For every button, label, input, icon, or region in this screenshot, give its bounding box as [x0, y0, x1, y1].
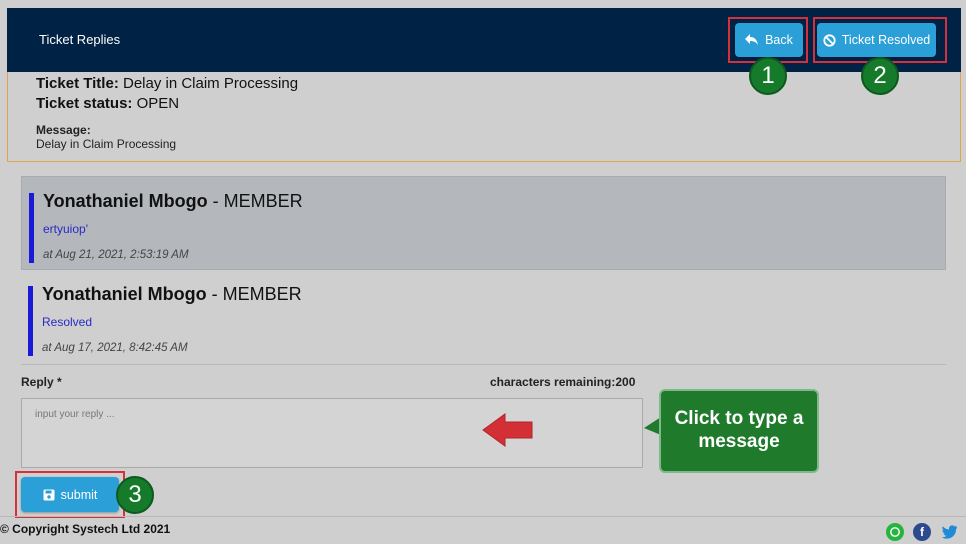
twitter-icon[interactable] [940, 523, 958, 541]
reply-input[interactable]: input your reply ... [21, 398, 643, 468]
reply-input-placeholder: input your reply ... [35, 409, 115, 420]
ticket-title-value: Delay in Claim Processing [122, 75, 299, 92]
facebook-icon[interactable]: f [913, 523, 931, 541]
reply-date: at Aug 21, 2021, 2:53:19 AM [43, 249, 189, 261]
whatsapp-icon[interactable] [886, 523, 904, 541]
reply-author-name: Yonathaniel Mbogo [43, 191, 208, 211]
save-icon [43, 489, 55, 500]
reply-arrow-icon [745, 34, 759, 45]
ticket-resolved-button[interactable]: Ticket Resolved [817, 23, 936, 57]
reply-accent-bar [29, 193, 34, 263]
footer-divider [0, 516, 966, 517]
reply-author-role: - MEMBER [212, 191, 303, 211]
reply-date: at Aug 17, 2021, 8:42:45 AM [42, 342, 188, 354]
page-title: Ticket Replies [39, 32, 121, 47]
divider [21, 364, 946, 365]
reply-text: Resolved [42, 315, 93, 329]
reply-item: Yonathaniel Mbogo - MEMBER Resolved at A… [21, 270, 946, 364]
ticket-resolved-label: Ticket Resolved [841, 33, 931, 47]
reply-author-role: - MEMBER [211, 284, 302, 304]
reply-accent-bar [28, 286, 33, 356]
back-button-label: Back [765, 33, 793, 47]
submit-button-label: submit [60, 487, 98, 502]
ticket-status-value: OPEN [136, 95, 180, 112]
copyright-text: © Copyright Systech Ltd 2021 [0, 522, 171, 536]
ban-icon [823, 33, 836, 47]
ticket-info-panel: Ticket Title: Delay in Claim Processing … [7, 72, 961, 162]
reply-item: Yonathaniel Mbogo - MEMBER ertyuiop' at … [21, 176, 946, 270]
ticket-status-line: Ticket status: OPEN [36, 95, 179, 112]
ticket-status-label: Ticket status: [36, 95, 133, 112]
reply-author: Yonathaniel Mbogo - MEMBER [43, 191, 303, 212]
reply-author: Yonathaniel Mbogo - MEMBER [42, 284, 302, 305]
reply-label: Reply * [21, 375, 62, 389]
ticket-title-label: Ticket Title: [36, 75, 119, 92]
reply-text: ertyuiop' [43, 222, 88, 236]
back-button[interactable]: Back [735, 23, 803, 57]
message-text: Delay in Claim Processing [36, 137, 177, 151]
instruction-callout: Click to type a message [659, 389, 819, 473]
message-label: Message: [36, 123, 91, 137]
ticket-title-line: Ticket Title: Delay in Claim Processing [36, 75, 298, 92]
callout-text: Click to type a message [674, 408, 804, 452]
step-badge-3: 3 [116, 476, 154, 514]
red-arrow-icon [482, 413, 533, 447]
submit-button[interactable]: submit [21, 477, 119, 512]
reply-author-name: Yonathaniel Mbogo [42, 284, 207, 304]
characters-remaining: characters remaining:200 [490, 375, 636, 389]
